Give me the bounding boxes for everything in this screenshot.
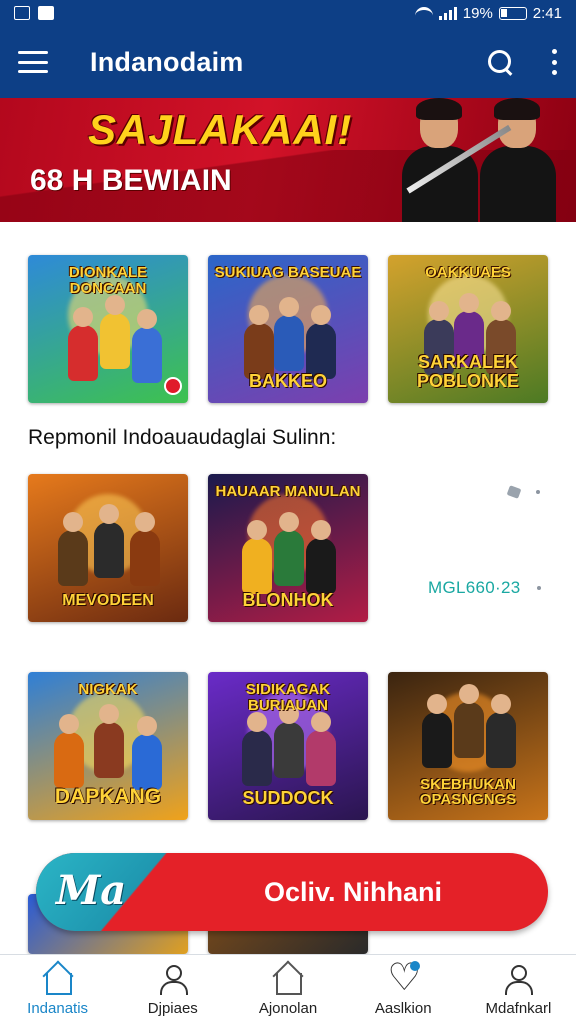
bottom-nav: Indanatis Djpiaes Ajonolan Aaslkion Mdaf… (0, 954, 576, 1024)
battery-percent: 19% (462, 4, 493, 22)
nav-label: Djpiaes (147, 1000, 198, 1017)
puzzle-icon[interactable] (506, 484, 526, 500)
banner-subtitle: 68 H BEWIAIN (30, 164, 232, 197)
nav-item-store[interactable]: Ajonolan (230, 955, 345, 1024)
game-title-bottom: MEVODEEN (62, 592, 154, 610)
game-title-top: DIONKALE DONCAAN (68, 264, 148, 297)
status-right: 19% 2:41 (414, 4, 562, 22)
banner-hero-figure (476, 98, 558, 222)
nav-item-favorites[interactable]: Aaslkion (346, 955, 461, 1024)
game-title-bottom: BAKKEO (248, 371, 327, 392)
battery-icon (498, 6, 527, 20)
banner-hero-figure (398, 98, 480, 222)
cart-badge-icon (164, 377, 182, 395)
promo-banner[interactable]: SAJLAKAAI! 68 H BEWIAIN (0, 98, 576, 222)
game-card[interactable]: HAUAAR MANULAN BLONHOK (208, 474, 368, 622)
status-bar: 19% 2:41 (0, 0, 576, 26)
game-title-top: NIGKAK (78, 681, 138, 698)
nav-label: Ajonolan (258, 1000, 318, 1017)
user-icon (156, 963, 190, 995)
nav-item-account[interactable]: Mdafnkarl (461, 955, 576, 1024)
nav-label: Aaslkion (374, 1000, 432, 1017)
game-card[interactable]: DIONKALE DONCAAN (28, 255, 188, 403)
section-heading: Repmonil Indoauaudaglai Sulinn: (28, 426, 337, 449)
banner-title: SAJLAKAAI! (88, 106, 353, 153)
cta-logo: Ma (56, 867, 127, 914)
nav-label: Indanatis (27, 1000, 89, 1017)
game-title-bottom: SARKALEK POBLONKE (416, 352, 519, 392)
clock: 2:41 (532, 4, 562, 22)
app-bar: Indanodaim (0, 26, 576, 98)
game-card[interactable]: SIDIKAGAK BURIAUAN SUDDOCK (208, 672, 368, 820)
user-icon (501, 963, 535, 995)
game-card[interactable]: SUKIUAG BASEUAE BAKKEO (208, 255, 368, 403)
heart-icon (386, 955, 421, 999)
game-title-top: SIDIKAGAK BURIAUAN (245, 681, 331, 714)
signal-icon (438, 6, 457, 20)
game-card[interactable]: SKEBHUKAN OPASNGNGS (388, 672, 548, 820)
game-title-bottom: BLONHOK (242, 590, 334, 611)
status-left-icons (14, 6, 54, 20)
more-options-icon[interactable] (550, 49, 558, 75)
menu-icon[interactable] (18, 51, 48, 73)
app-screen: 19% 2:41 Indanodaim SAJLAKAAI! 68 H BEWI… (0, 0, 576, 1024)
game-card[interactable]: OAKKUAES SARKALEK POBLONKE (388, 255, 548, 403)
app-title: Indanodaim (90, 46, 244, 77)
home-icon (41, 963, 75, 995)
game-card[interactable]: NIGKAK DAPKANG (28, 672, 188, 820)
nav-item-profile[interactable]: Djpiaes (115, 955, 230, 1024)
game-title-top: HAUAAR MANULAN (215, 483, 361, 500)
wifi-icon (414, 7, 433, 19)
game-title-bottom: DAPKANG (54, 784, 162, 808)
cta-button[interactable]: Ma Ocliv. Nihhani (36, 853, 548, 931)
game-title-bottom: SUDDOCK (242, 788, 334, 809)
home-icon (271, 963, 305, 995)
game-card[interactable]: MEVODEEN (28, 474, 188, 622)
game-title-bottom: SKEBHUKAN OPASNGNGS (419, 775, 517, 809)
dot-icon (537, 586, 541, 590)
side-meta-text: MGL660·23 (428, 578, 521, 597)
dot-icon (536, 490, 540, 494)
notification-icon (14, 6, 30, 20)
search-icon[interactable] (486, 48, 514, 76)
game-title-top: SUKIUAG BASEUAE (214, 264, 362, 281)
cta-label: Ocliv. Nihhani (264, 877, 443, 907)
sim-icon (38, 6, 54, 20)
game-title-top: OAKKUAES (425, 264, 511, 281)
nav-item-home[interactable]: Indanatis (0, 955, 115, 1024)
nav-label: Mdafnkarl (485, 1000, 552, 1017)
